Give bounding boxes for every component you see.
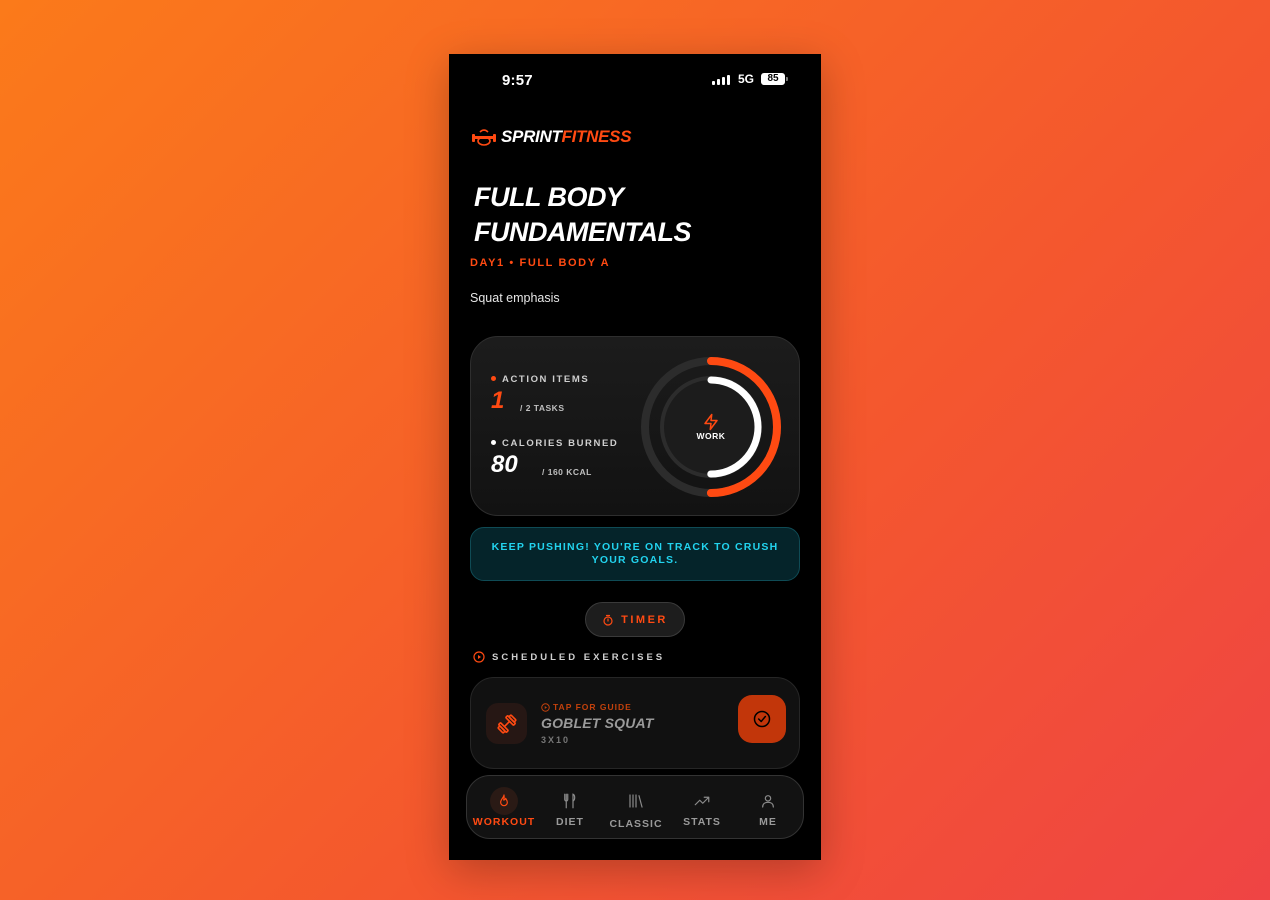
nav-workout[interactable]: WORKOUT (471, 776, 537, 840)
nav-label: CLASSIC (609, 818, 663, 830)
nav-classic[interactable]: CLASSIC (603, 776, 669, 840)
nav-label: STATS (683, 816, 721, 828)
calories-label: CALORIES BURNED (491, 438, 618, 449)
library-icon (622, 787, 650, 815)
section-title: SCHEDULED EXERCISES (492, 651, 666, 663)
battery-tip (786, 77, 788, 81)
action-items-value: 1 (491, 387, 505, 414)
stats-card: ACTION ITEMS 1 / 2 TASKS CALORIES BURNED… (470, 336, 800, 516)
scheduled-exercises-header: SCHEDULED EXERCISES (473, 651, 665, 663)
calories-value: 80 (491, 451, 518, 478)
check-circle-icon (753, 710, 771, 728)
timer-button[interactable]: TIMER (585, 602, 685, 637)
action-items-label: ACTION ITEMS (491, 374, 589, 385)
tap-for-guide[interactable]: TAP FOR GUIDE (541, 702, 632, 712)
exercise-name: GOBLET SQUAT (541, 715, 654, 731)
motivation-text: KEEP PUSHING! YOU'RE ON TRACK TO CRUSH Y… (491, 541, 779, 566)
motivation-banner: KEEP PUSHING! YOU'RE ON TRACK TO CRUSH Y… (470, 527, 800, 581)
flame-icon (490, 787, 518, 815)
action-items-total: / 2 TASKS (520, 403, 565, 413)
ring-label: WORK (696, 431, 726, 441)
exercise-card[interactable]: TAP FOR GUIDE GOBLET SQUAT 3X10 (470, 677, 800, 769)
ring-center: WORK (688, 413, 734, 441)
workout-subtitle: DAY1 • FULL BODY A (470, 257, 611, 269)
guide-label: TAP FOR GUIDE (553, 702, 632, 712)
nav-me[interactable]: ME (735, 776, 801, 840)
workout-title-line1: FULL BODY (474, 182, 624, 212)
battery-icon: 85 (761, 73, 785, 85)
brand-fitness: FITNESS (561, 127, 632, 146)
workout-title-line2: FUNDAMENTALS (474, 217, 691, 247)
phone-screen: 9:57 5G 85 SPRINT FITNESS FULL BODY FUNDA… (449, 54, 821, 860)
network-type: 5G (738, 72, 755, 86)
workout-description: Squat emphasis (470, 291, 560, 305)
complete-exercise-button[interactable] (738, 695, 786, 743)
status-bar: 9:57 5G 85 (449, 54, 821, 104)
play-circle-icon (473, 651, 485, 663)
status-time: 9:57 (502, 72, 533, 89)
play-circle-small-icon (541, 702, 550, 712)
nav-label: ME (759, 816, 777, 828)
exercise-icon (486, 703, 527, 744)
nav-stats[interactable]: STATS (669, 776, 735, 840)
nav-diet[interactable]: DIET (537, 776, 603, 840)
stopwatch-icon (603, 614, 613, 626)
exercise-sets: 3X10 (541, 735, 571, 745)
action-items-dot (491, 376, 496, 381)
lightning-icon (704, 413, 718, 431)
trending-up-icon (688, 787, 716, 815)
signal-icon (712, 74, 732, 85)
workout-title: FULL BODY FUNDAMENTALS (474, 180, 794, 250)
user-icon (754, 787, 782, 815)
brand-sprint: SPRINT (501, 127, 562, 146)
calories-total: / 160 KCAL (542, 467, 592, 477)
dumbbell-logo-icon (472, 129, 496, 146)
utensils-icon (556, 787, 584, 815)
nav-label: DIET (556, 816, 584, 828)
calories-dot (491, 440, 496, 445)
bottom-nav: WORKOUT DIET CLASSIC STATS ME (466, 775, 804, 839)
nav-label: WORKOUT (472, 816, 536, 828)
app-logo: SPRINT FITNESS (471, 126, 632, 148)
timer-label: TIMER (621, 613, 668, 626)
dumbbell-icon (496, 713, 517, 734)
